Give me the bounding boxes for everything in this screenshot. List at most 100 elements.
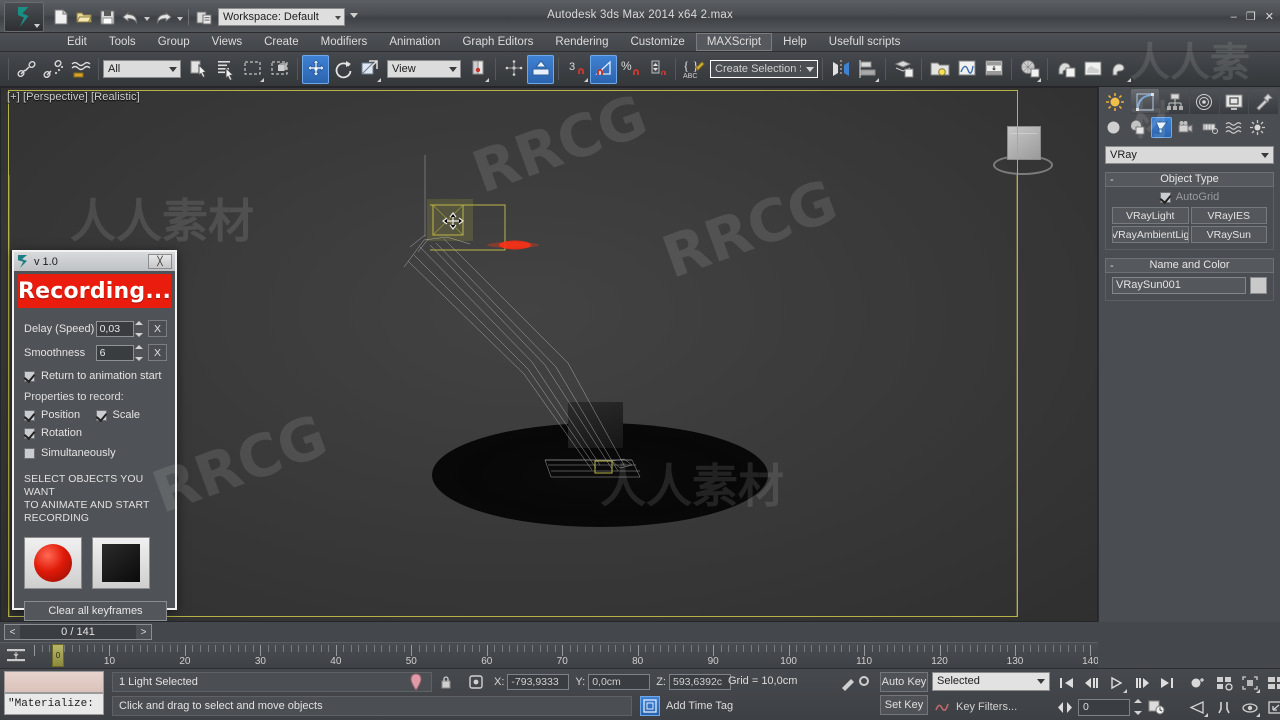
layer-manager-icon[interactable] <box>890 55 917 84</box>
current-frame-input[interactable]: 0 <box>1078 698 1130 716</box>
hierarchy-tab[interactable] <box>1160 89 1190 114</box>
select-and-scale-icon[interactable] <box>356 55 383 84</box>
spinner-snap-toggle-icon[interactable] <box>644 55 671 84</box>
delay-input[interactable]: 0,03 <box>95 320 134 337</box>
stop-button[interactable] <box>92 537 150 589</box>
name-and-color-header[interactable]: - Name and Color <box>1105 258 1274 273</box>
angle-snap-toggle-icon[interactable] <box>590 54 617 84</box>
scale-row[interactable]: Scale <box>95 409 168 421</box>
selection-lock-icon[interactable] <box>434 671 458 693</box>
render-production-icon[interactable] <box>1106 55 1133 84</box>
align-icon[interactable] <box>854 55 881 84</box>
menu-usefull-scripts[interactable]: Usefull scripts <box>818 33 912 51</box>
z-coordinate[interactable]: Z: 593,6392c <box>656 674 731 690</box>
menu-group[interactable]: Group <box>147 33 201 51</box>
play-animation-icon[interactable] <box>1105 672 1129 694</box>
vrayies-button[interactable]: VRayIES <box>1190 207 1267 224</box>
previous-frame-icon[interactable] <box>1080 672 1104 694</box>
vraysun-button[interactable]: VRaySun <box>1190 226 1267 243</box>
simultaneously-checkbox[interactable] <box>24 447 35 459</box>
view-cube[interactable] <box>993 122 1053 177</box>
rectangular-selection-region-icon[interactable] <box>239 55 266 84</box>
current-frame-spinner[interactable] <box>1134 699 1143 715</box>
autogrid-row[interactable]: AutoGrid <box>1112 191 1267 203</box>
select-object-icon[interactable] <box>185 55 212 84</box>
prev-frame-button[interactable]: < <box>5 625 20 639</box>
set-key-toggle-icon[interactable] <box>934 696 952 718</box>
snap-toggle-icon[interactable]: 3 <box>563 55 590 84</box>
menu-animation[interactable]: Animation <box>378 33 451 51</box>
percent-snap-toggle-icon[interactable]: % <box>617 55 644 84</box>
geometry-icon[interactable] <box>1103 117 1124 138</box>
vrayambientlight-button[interactable]: VRayAmbientLig <box>1112 226 1189 243</box>
zoom-extents-all-icon[interactable] <box>1264 672 1280 694</box>
next-frame-button[interactable]: > <box>136 625 151 639</box>
zoom-all-icon[interactable] <box>1212 672 1236 694</box>
menu-maxscript[interactable]: MAXScript <box>695 33 773 51</box>
maximize-viewport-toggle-icon[interactable] <box>1264 696 1280 718</box>
key-wrench-icon[interactable] <box>838 674 872 692</box>
menu-modifiers[interactable]: Modifiers <box>310 33 379 51</box>
schematic-view-icon[interactable] <box>980 55 1007 84</box>
timeline-ruler[interactable]: 10 20 30 40 50 60 70 80 90 100 110 120 130 140 <box>34 643 1098 669</box>
window-crossing-toggle-icon[interactable] <box>266 55 293 84</box>
utilities-tab[interactable] <box>1249 89 1279 114</box>
autogrid-checkbox[interactable] <box>1159 191 1171 203</box>
menu-tools[interactable]: Tools <box>98 33 147 51</box>
key-filters-button[interactable]: Key Filters... <box>956 701 1017 713</box>
modify-tab[interactable] <box>1130 89 1160 114</box>
object-color-swatch[interactable] <box>1250 277 1267 294</box>
next-frame-icon[interactable] <box>1130 672 1154 694</box>
key-mode-toggle-icon[interactable] <box>1055 696 1075 718</box>
rotation-checkbox[interactable] <box>24 427 35 439</box>
scale-checkbox[interactable] <box>95 409 107 421</box>
set-key-button[interactable]: Set Key <box>880 695 928 715</box>
mirror-icon[interactable] <box>827 55 854 84</box>
maximize-button[interactable]: ❐ <box>1246 10 1256 23</box>
zoom-extents-icon[interactable] <box>1238 672 1262 694</box>
isolate-selection-icon[interactable] <box>404 671 428 693</box>
object-type-header[interactable]: - Object Type <box>1105 172 1274 187</box>
viewport-label[interactable]: [+] [Perspective] [Realistic] <box>7 91 140 103</box>
field-of-view-icon[interactable] <box>1186 696 1210 718</box>
object-category-combo[interactable]: VRay <box>1105 146 1274 164</box>
z-value[interactable]: 593,6392c <box>668 674 731 690</box>
material-preview-swatch[interactable] <box>4 671 104 693</box>
track-bar[interactable]: 10 20 30 40 50 60 70 80 90 100 110 120 130 140 0 <box>0 642 1098 668</box>
collapse-icon[interactable]: - <box>1110 174 1114 187</box>
material-name-field[interactable]: "Materialize: <box>4 693 104 715</box>
time-configuration-icon[interactable] <box>1146 696 1166 718</box>
use-selection-center-icon[interactable] <box>500 55 527 84</box>
named-selection-sets-icon[interactable]: { } ABC <box>680 55 707 84</box>
use-pivot-point-center-icon[interactable] <box>464 55 491 84</box>
menu-rendering[interactable]: Rendering <box>544 33 619 51</box>
curve-editor-icon[interactable] <box>953 55 980 84</box>
smoothness-input[interactable]: 6 <box>95 344 134 361</box>
display-tab[interactable] <box>1219 89 1249 114</box>
unlink-selection-icon[interactable] <box>40 55 67 84</box>
object-name-input[interactable]: VRaySun001 <box>1112 277 1246 294</box>
smoothness-reset-button[interactable]: X <box>148 344 167 361</box>
shapes-icon[interactable] <box>1127 117 1148 138</box>
record-button[interactable] <box>24 537 82 589</box>
return-to-start-row[interactable]: Return to animation start <box>24 370 167 382</box>
menu-create[interactable]: Create <box>253 33 310 51</box>
menu-edit[interactable]: Edit <box>56 33 98 51</box>
y-value[interactable]: 0,0cm <box>588 674 651 690</box>
walk-through-icon[interactable] <box>1212 696 1236 718</box>
systems-icon[interactable] <box>1247 117 1268 138</box>
x-value[interactable]: -793,9333 <box>507 674 570 690</box>
select-and-manipulate-icon[interactable] <box>527 54 554 84</box>
create-tab[interactable] <box>1101 89 1130 114</box>
go-to-end-icon[interactable] <box>1155 672 1179 694</box>
material-editor-icon[interactable] <box>1016 55 1043 84</box>
scene-explorer-icon[interactable] <box>926 55 953 84</box>
orbit-icon[interactable] <box>1238 696 1262 718</box>
menu-help[interactable]: Help <box>772 33 818 51</box>
time-slider[interactable]: 0 <box>52 644 64 667</box>
dialog-close-button[interactable]: ╳ <box>148 254 172 269</box>
simultaneously-row[interactable]: Simultaneously <box>24 447 167 459</box>
select-and-move-icon[interactable] <box>302 54 329 84</box>
render-setup-icon[interactable] <box>1052 55 1079 84</box>
collapse-icon[interactable]: - <box>1110 260 1114 273</box>
